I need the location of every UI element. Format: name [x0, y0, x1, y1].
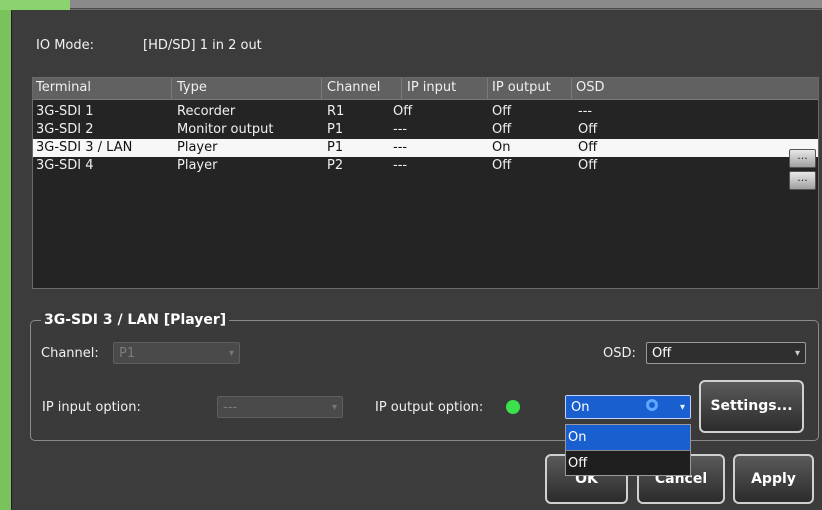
- header-osd[interactable]: OSD: [576, 80, 605, 95]
- cell-ip-output: Off: [492, 104, 512, 119]
- terminal-table: Terminal Type Channel IP input IP output…: [32, 77, 819, 289]
- cell-ip-input: ---: [393, 140, 408, 155]
- top-green-corner: [0, 0, 70, 10]
- header-channel[interactable]: Channel: [327, 80, 380, 95]
- ip-output-option-select[interactable]: On ▾: [565, 395, 691, 419]
- table-row-selected[interactable]: 3G-SDI 3 / LAN Player P1 --- On Off: [33, 139, 818, 157]
- osd-select-value: Off: [652, 346, 672, 361]
- cell-osd: Off: [578, 140, 598, 155]
- channel-label: Channel:: [41, 346, 99, 361]
- column-separator: [321, 78, 322, 99]
- header-ip-output[interactable]: IP output: [492, 80, 551, 95]
- osd-select[interactable]: Off ▾: [646, 342, 806, 364]
- column-separator: [571, 78, 572, 99]
- settings-button-label: Settings...: [710, 398, 793, 414]
- cell-channel: P1: [327, 140, 344, 155]
- cell-type: Player: [177, 140, 218, 155]
- row-4-details-button[interactable]: ...: [789, 171, 816, 190]
- table-header: Terminal Type Channel IP input IP output…: [33, 78, 818, 100]
- ip-input-option-value: ---: [223, 400, 238, 415]
- chevron-down-icon: ▾: [331, 402, 337, 413]
- header-terminal[interactable]: Terminal: [36, 80, 91, 95]
- cell-osd: Off: [578, 122, 598, 137]
- row-3-details-button[interactable]: ...: [789, 149, 816, 168]
- detail-group-title: 3G-SDI 3 / LAN [Player]: [41, 312, 230, 328]
- cell-ip-input: Off: [393, 104, 413, 119]
- cell-terminal: 3G-SDI 1: [36, 104, 94, 119]
- apply-button-label: Apply: [751, 471, 796, 487]
- channel-select-value: P1: [119, 346, 136, 361]
- cell-ip-input: ---: [393, 122, 408, 137]
- apply-button[interactable]: Apply: [733, 454, 814, 504]
- cell-type: Player: [177, 158, 218, 173]
- cell-terminal: 3G-SDI 3 / LAN: [36, 140, 133, 155]
- cell-terminal: 3G-SDI 2: [36, 122, 94, 137]
- dropdown-option-off[interactable]: Off: [566, 450, 690, 475]
- ip-output-status-led: [506, 400, 520, 414]
- window-top-bar: [10, 0, 822, 9]
- io-mode-label: IO Mode:: [36, 38, 94, 53]
- cell-ip-output: On: [492, 140, 511, 155]
- cell-osd: Off: [578, 158, 598, 173]
- ip-input-option-select[interactable]: --- ▾: [217, 396, 343, 418]
- cell-ip-input: ---: [393, 158, 408, 173]
- cell-type: Recorder: [177, 104, 236, 119]
- cell-channel: P2: [327, 158, 344, 173]
- table-row[interactable]: 3G-SDI 4 Player P2 --- Off Off: [33, 157, 818, 175]
- cell-ip-output: Off: [492, 158, 512, 173]
- ip-output-option-label: IP output option:: [375, 400, 484, 415]
- header-type[interactable]: Type: [177, 80, 207, 95]
- left-green-edge: [0, 0, 11, 510]
- cell-type: Monitor output: [177, 122, 274, 137]
- chevron-down-icon: ▾: [794, 348, 800, 359]
- column-separator: [401, 78, 402, 99]
- ip-input-option-label: IP input option:: [42, 400, 141, 415]
- dropdown-option-on[interactable]: On: [566, 425, 690, 450]
- column-separator: [487, 78, 488, 99]
- header-ip-input[interactable]: IP input: [407, 80, 456, 95]
- table-row[interactable]: 3G-SDI 1 Recorder R1 Off Off ---: [33, 103, 818, 121]
- ip-output-option-dropdown-list: On Off: [565, 424, 691, 476]
- chevron-down-icon: ▾: [679, 402, 685, 413]
- table-row[interactable]: 3G-SDI 2 Monitor output P1 --- Off Off: [33, 121, 818, 139]
- channel-select[interactable]: P1 ▾: [113, 342, 240, 364]
- cell-channel: R1: [327, 104, 345, 119]
- cell-osd: ---: [578, 104, 593, 119]
- ip-output-option-value: On: [571, 400, 590, 415]
- loading-spinner-icon: [646, 399, 658, 411]
- chevron-down-icon: ▾: [228, 348, 234, 359]
- cell-terminal: 3G-SDI 4: [36, 158, 94, 173]
- io-mode-value: [HD/SD] 1 in 2 out: [143, 38, 262, 53]
- osd-label: OSD:: [603, 346, 636, 361]
- column-separator: [171, 78, 172, 99]
- cell-ip-output: Off: [492, 122, 512, 137]
- cell-channel: P1: [327, 122, 344, 137]
- settings-button[interactable]: Settings...: [699, 380, 804, 433]
